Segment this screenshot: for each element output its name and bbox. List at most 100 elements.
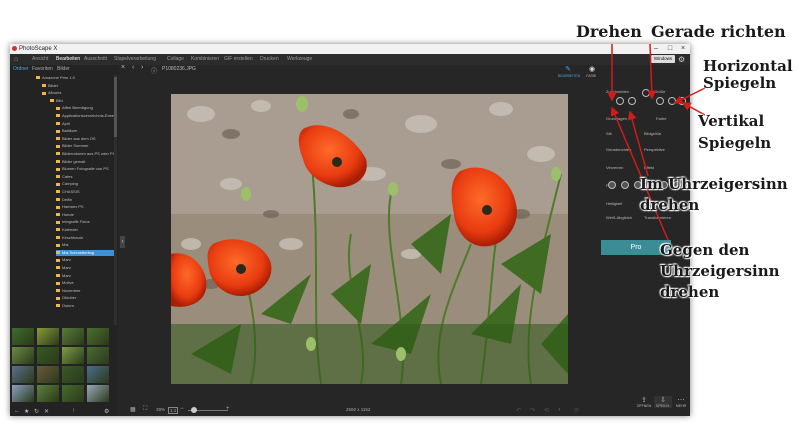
tree-item[interactable]: Bild [50,98,63,104]
star-icon[interactable]: ★ [24,408,29,415]
tree-item[interactable]: Affen Beerdigung [56,105,93,111]
menu-werkzeuge[interactable]: Werkzeuge [287,54,312,65]
menu-kombinieren[interactable]: Kombinieren [191,54,219,65]
tree-item[interactable]: Ostern [56,303,74,309]
up-arrow-icon[interactable]: ↑ [72,408,75,414]
grid-view-icon[interactable]: ▦ [130,406,136,413]
tree-item[interactable]: Bilderrahmen aus PS oder PC [56,151,114,157]
filter-preset-icon[interactable] [621,181,629,189]
undo-all-icon[interactable]: ⟲ [544,407,549,414]
minimize-button[interactable]: – [650,44,662,54]
thumbnail[interactable] [12,347,34,364]
tool-2[interactable]: Grundlagen [606,116,627,121]
tree-item[interactable]: Bilder [42,83,58,89]
tool-0[interactable]: Zuschneiden [606,89,629,94]
menu-collage[interactable]: Collage [167,54,184,65]
tree-item[interactable]: Camping [56,181,78,187]
thumbnail[interactable] [62,385,84,402]
tree-item[interactable]: Kirschbaum [56,235,83,241]
filter-preset-icon[interactable] [608,181,616,189]
tree-item[interactable]: November [56,288,80,294]
compare-icon[interactable]: ◐ [558,407,562,413]
save-button[interactable]: ⇩ SPEICH. [654,396,672,408]
tool-5[interactable]: Bildgröße [644,131,661,136]
collapse-left-arrow-icon[interactable]: ‹ [120,236,125,248]
mode-tab-edit[interactable]: ✎ BEARBEITEN [558,65,580,84]
tree-item[interactable]: Mai Schmetterling [56,249,114,256]
tree-item[interactable]: Amazone Prim 1.0 [36,75,75,81]
tab-ordner[interactable]: Ordner [13,66,29,72]
rotate-left-icon[interactable] [616,97,624,105]
straighten-icon[interactable] [656,97,664,105]
tool-12[interactable]: Helligkeit [606,201,622,206]
crop-view-icon[interactable]: ⛶ [143,406,147,413]
menu-drucken[interactable]: Drucken [260,54,279,65]
tree-item[interactable]: Delfin [56,197,72,203]
info-icon[interactable]: ⓘ [151,66,157,75]
tool-8[interactable]: Verzerren [606,165,623,170]
menu-gif-erstellen[interactable]: GIF erstellen [224,54,253,65]
menu-ausschnitt[interactable]: Ausschnitt [84,54,107,65]
flip-horizontal-icon[interactable] [668,97,676,105]
zoom-in-icon[interactable]: + [226,406,230,412]
redo-all-icon[interactable]: ⟳ [574,407,579,414]
refresh-icon[interactable]: ↻ [34,408,39,415]
tree-item[interactable]: Bilder gemalt [56,159,85,165]
flip-vertical-icon[interactable] [678,97,686,105]
tool-14[interactable]: Weiß-Abgleich [606,215,632,220]
gear-icon[interactable]: ⚙ [678,54,685,65]
tab-bilder[interactable]: Bilder [57,66,70,72]
tree-item[interactable]: Albums [42,90,61,96]
tool-3[interactable]: Farbe [656,116,666,121]
tree-item[interactable]: Mai [56,242,68,248]
tree-item[interactable]: Motive [56,280,74,286]
undo-icon[interactable]: ↶ [516,407,521,414]
tree-item[interactable]: Hamster PS [56,204,84,210]
thumbnail[interactable] [87,347,109,364]
thumbnail[interactable] [37,347,59,364]
zoom-slider-handle[interactable] [191,407,197,413]
menu-bearbeiten[interactable]: Bearbeiten [56,54,80,65]
rotate-icon[interactable] [642,89,650,97]
thumbnail[interactable] [62,347,84,364]
tool-7[interactable]: Perspektive [644,147,665,152]
thumbnail[interactable] [62,366,84,383]
tree-item[interactable]: Cafes [56,174,72,180]
thumbnail[interactable] [37,328,59,345]
thumbnail[interactable] [37,385,59,402]
tree-item[interactable]: Applicationsverzeichnis-Erweiterung [56,113,114,119]
tree-item[interactable]: Oktober [56,295,76,301]
tool-6[interactable]: Geraderichten [606,147,631,152]
home-icon[interactable]: ⌂ [14,54,18,65]
tree-item[interactable]: Infografik Fotos [56,219,90,225]
tree-item[interactable]: CHASSIS [56,189,80,195]
thumbnail[interactable] [12,328,34,345]
tree-item[interactable]: Hunde [56,212,74,218]
thumbnail[interactable] [87,366,109,383]
thumbnail[interactable] [12,385,34,402]
next-image-icon[interactable]: › [141,64,143,71]
close-image-icon[interactable]: × [121,64,125,71]
scrollbar-thumb[interactable] [114,77,117,137]
prev-image-icon[interactable]: ‹ [132,64,134,71]
thumbnail[interactable] [37,366,59,383]
tab-favoriten[interactable]: Favoriten [32,66,53,72]
tree-item[interactable]: Kalender [56,227,78,233]
zoom-out-icon[interactable]: − [180,406,184,412]
thumbnail[interactable] [87,385,109,402]
thumbnail[interactable] [12,366,34,383]
tree-item[interactable]: Bilder Sommer [56,143,88,149]
tree-item[interactable]: Blumen Fotografie von PS [56,166,109,172]
rotate-right-icon[interactable] [628,97,636,105]
maximize-button[interactable]: □ [664,44,676,54]
thumbnail[interactable] [87,328,109,345]
tree-item[interactable]: Bilder aus dem OS [56,136,96,142]
back-icon[interactable]: ← [14,408,20,414]
redo-icon[interactable]: ↷ [530,407,535,414]
tool-1[interactable]: Größe [654,89,665,94]
tree-scrollbar[interactable] [114,75,117,325]
photo-canvas[interactable] [171,94,568,384]
tree-item[interactable]: April [56,121,70,127]
tree-item[interactable]: Marz [56,265,71,271]
thumbnail[interactable] [62,328,84,345]
